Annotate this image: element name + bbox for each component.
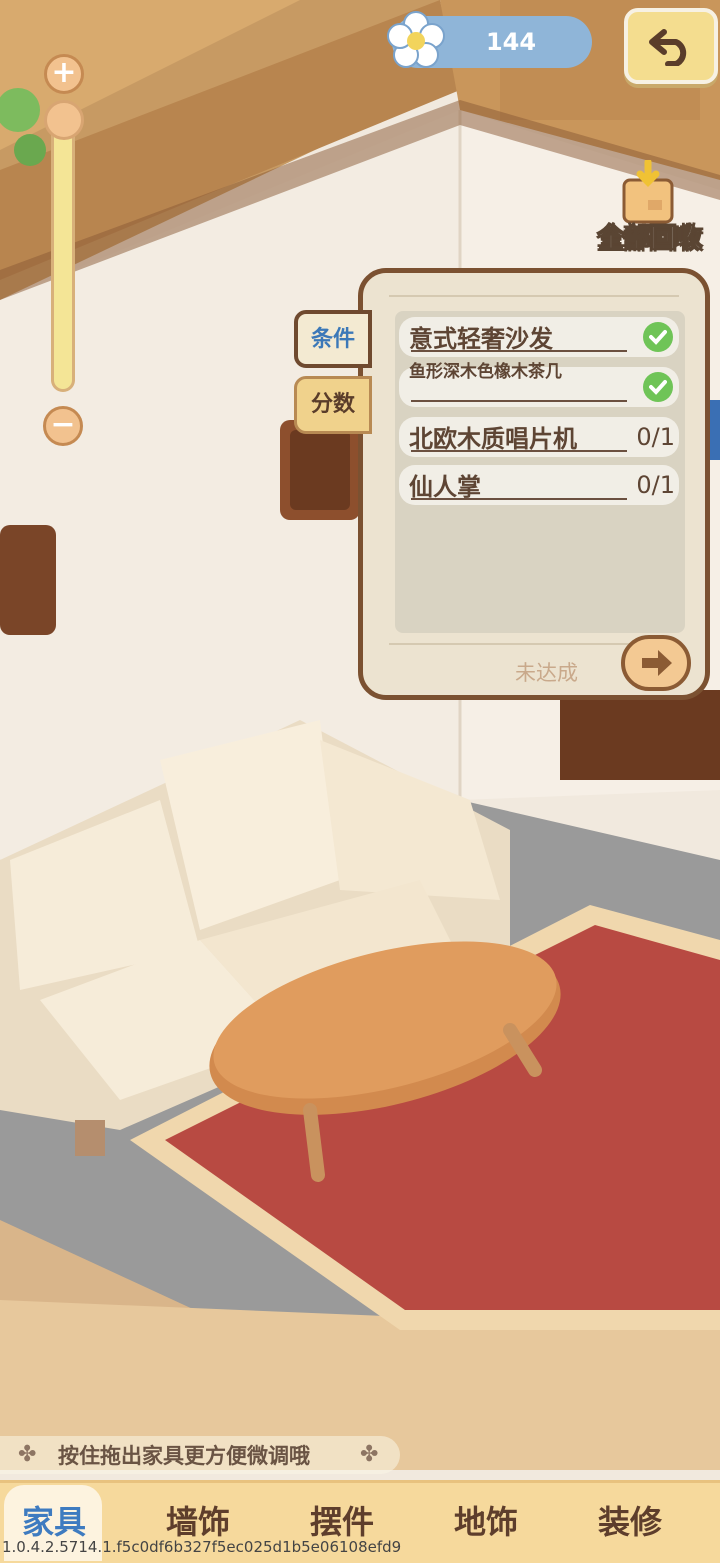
- requirements-panel: 意式轻奢沙发 鱼形深木色橡木茶几 北欧木质唱片机 0/1 仙人掌 0/1 未达成: [358, 268, 710, 700]
- zoom-out-button[interactable]: −: [43, 406, 83, 446]
- underline: [411, 400, 627, 402]
- nav-item-renovation[interactable]: 装修: [570, 1497, 690, 1543]
- recycle-all-button[interactable]: 全部回收: [592, 150, 708, 258]
- panel-divider: [389, 295, 679, 297]
- requirement-name: 仙人掌: [409, 473, 481, 501]
- recycle-all-label: 全部回收: [597, 224, 702, 255]
- flower-icon: [387, 11, 445, 68]
- clover-ornament-icon: ✤: [360, 1442, 379, 1467]
- hint-text: 按住拖出家具更方便微调哦: [58, 1444, 310, 1468]
- version-string: 1.0.4.2.5714.1.f5c0df6b327f5ec025d1b5e06…: [2, 1538, 402, 1556]
- nav-item-ornaments[interactable]: 摆件: [282, 1497, 402, 1543]
- underline: [411, 450, 627, 452]
- check-icon: [643, 372, 673, 402]
- requirement-item: 北欧木质唱片机 0/1: [399, 417, 679, 457]
- requirement-name: 鱼形深木色橡木茶几: [409, 362, 562, 382]
- requirement-item: 仙人掌 0/1: [399, 465, 679, 505]
- clover-ornament-icon: ✤: [18, 1442, 37, 1467]
- zoom-slider-track[interactable]: [51, 100, 75, 392]
- nav-item-wall-decor[interactable]: 墙饰: [138, 1497, 258, 1543]
- underline: [411, 498, 627, 500]
- underline: [411, 350, 627, 352]
- nav-item-furniture[interactable]: 家具: [0, 1497, 114, 1543]
- check-icon: [643, 322, 673, 352]
- requirement-item: 意式轻奢沙发: [399, 317, 679, 357]
- tab-score[interactable]: 分数: [294, 376, 372, 434]
- requirement-item: 鱼形深木色橡木茶几: [399, 362, 679, 407]
- zoom-slider-handle[interactable]: [44, 100, 84, 140]
- nav-item-floor-decor[interactable]: 地饰: [426, 1497, 546, 1543]
- arrow-right-icon: [642, 650, 672, 676]
- back-button[interactable]: [624, 8, 718, 84]
- tab-conditions[interactable]: 条件: [294, 310, 372, 368]
- currency-value: 144: [485, 28, 537, 56]
- requirement-name: 北欧木质唱片机: [409, 425, 577, 453]
- requirement-progress: 0/1: [636, 423, 675, 451]
- undo-arrow-icon: [649, 29, 687, 66]
- requirement-progress: 0/1: [636, 471, 675, 499]
- zoom-in-button[interactable]: +: [44, 54, 84, 94]
- completion-status: 未达成: [515, 661, 578, 685]
- hint-banner: ✤ 按住拖出家具更方便微调哦 ✤: [0, 1436, 400, 1474]
- requirement-name: 意式轻奢沙发: [409, 325, 553, 353]
- go-button[interactable]: [621, 635, 691, 691]
- bag-down-arrow-icon: [622, 160, 674, 224]
